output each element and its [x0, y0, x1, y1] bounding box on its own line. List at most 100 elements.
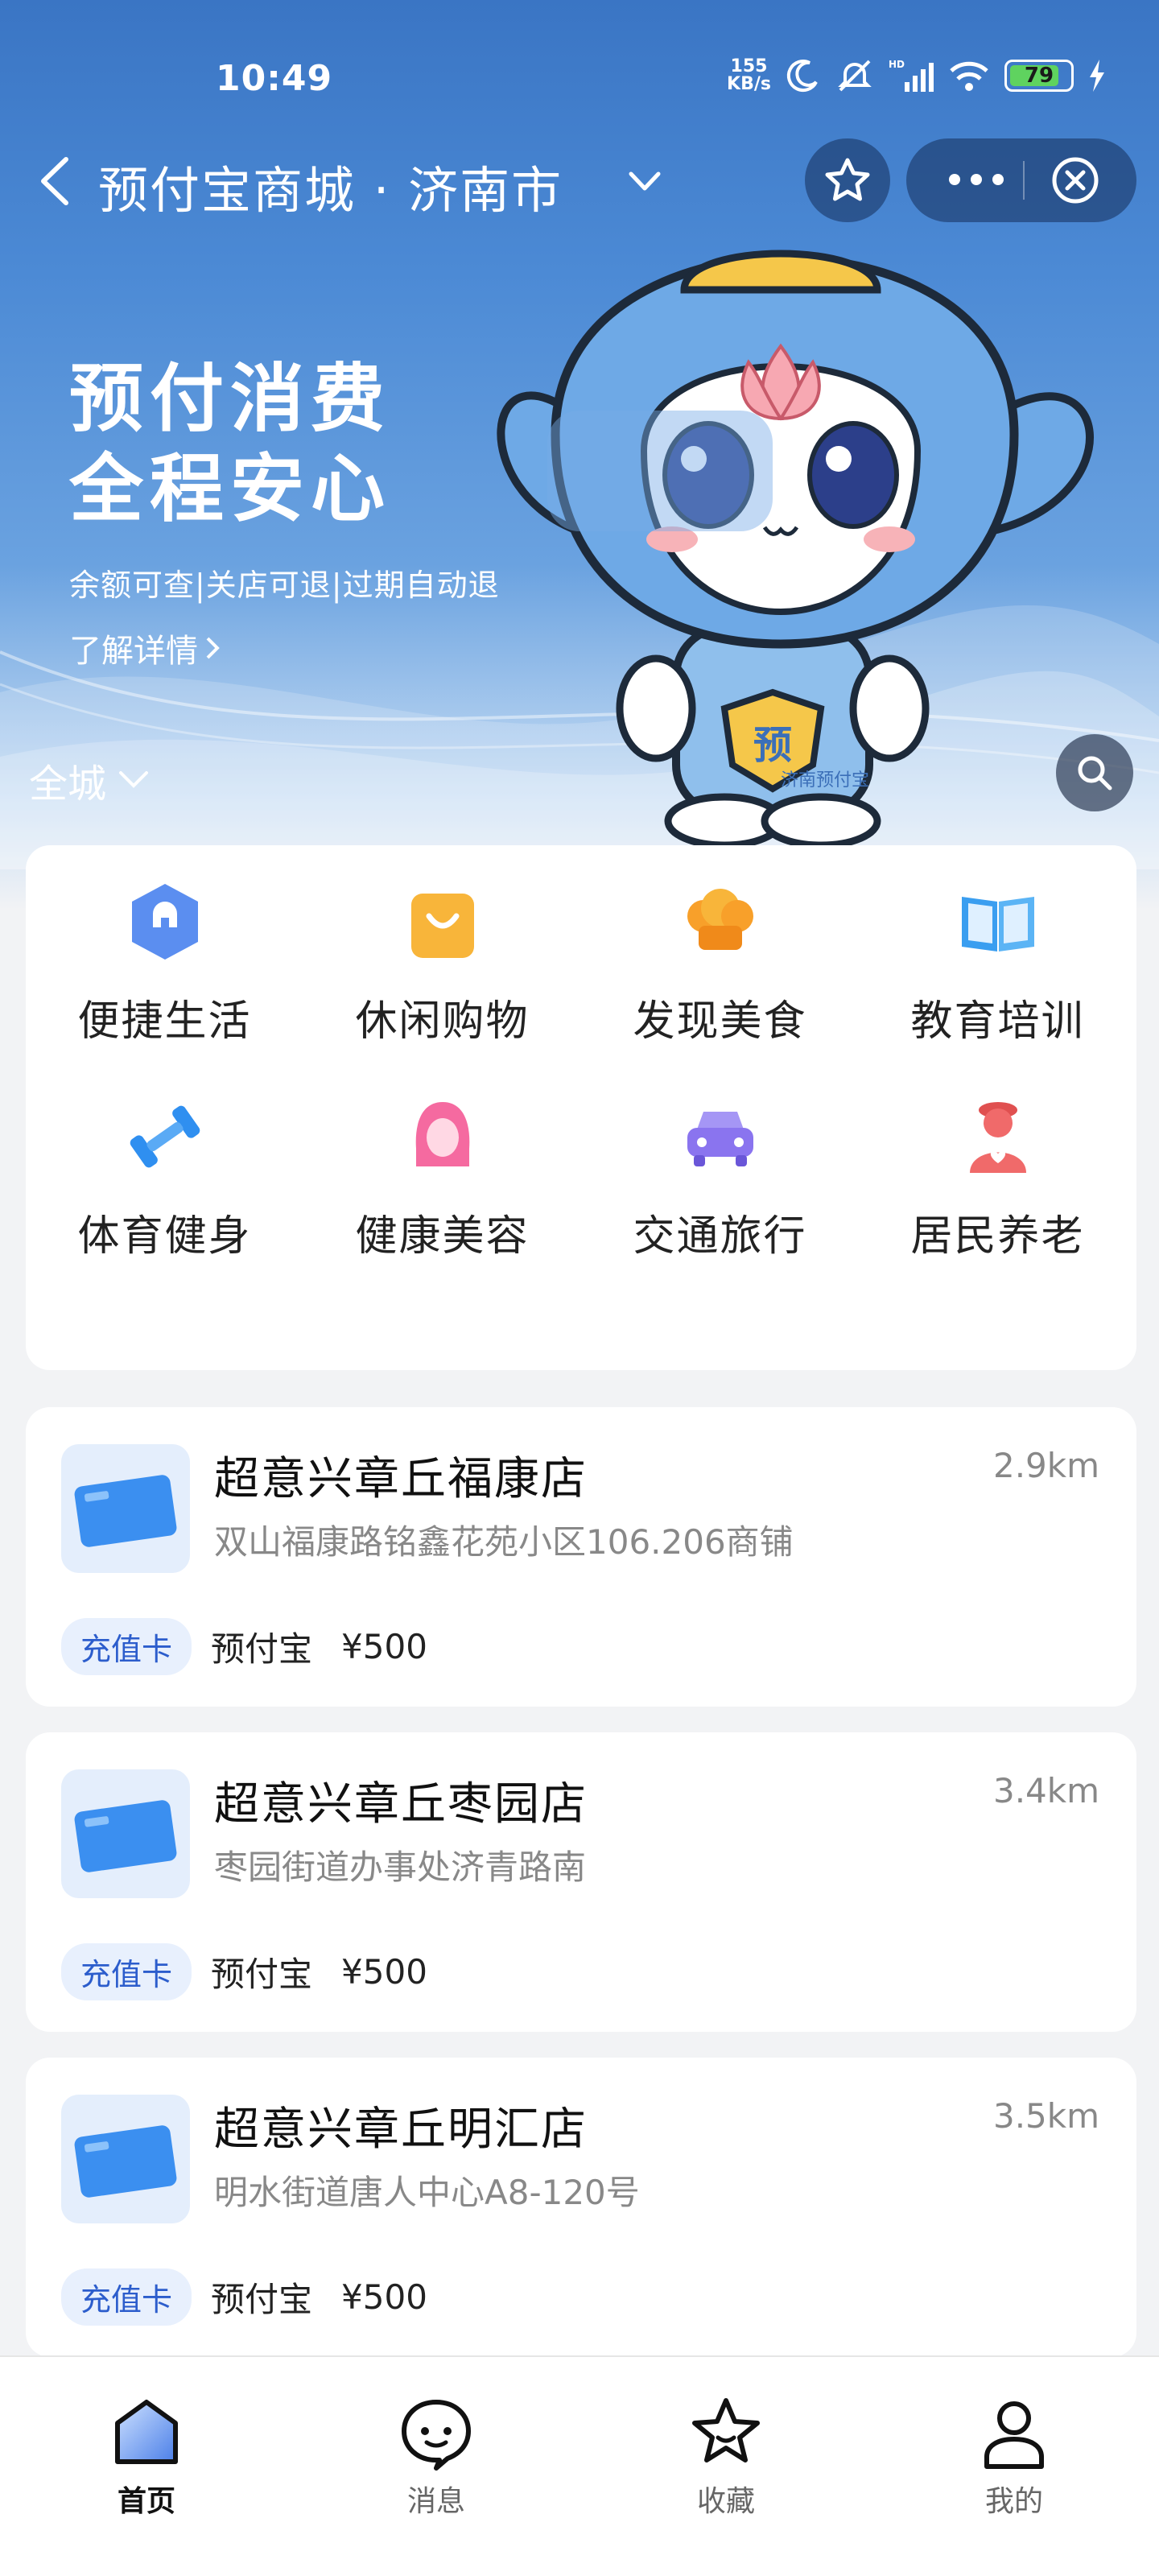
- beauty-woman-icon: [415, 1102, 469, 1166]
- store-name: 超意兴章丘明汇店: [214, 2103, 588, 2156]
- mute-bell-icon: [838, 60, 872, 92]
- category-label: 教育培训: [910, 997, 1085, 1046]
- user-icon: [984, 2401, 1044, 2469]
- capsule-divider: [1023, 161, 1025, 200]
- tab-profile[interactable]: 我的: [934, 2392, 1095, 2520]
- chef-hat-icon: [687, 889, 753, 950]
- star-outline-icon: [825, 158, 870, 201]
- home-icon: [115, 2400, 178, 2464]
- store-address: 明水街道唐人中心A8-120号: [214, 2173, 640, 2212]
- category-label: 健康美容: [355, 1212, 530, 1261]
- star-icon: [692, 2398, 760, 2462]
- category-label: 交通旅行: [633, 1212, 807, 1261]
- category-label: 体育健身: [77, 1212, 252, 1261]
- network-speed: 155 KB/s: [727, 58, 771, 93]
- category-food[interactable]: 发现美食: [581, 877, 859, 1047]
- search-icon: [1078, 756, 1112, 791]
- category-label: 发现美食: [633, 997, 807, 1046]
- store-price: ¥500: [341, 1952, 427, 1992]
- status-time: 10:49: [216, 58, 333, 99]
- category-label: 休闲购物: [355, 997, 530, 1046]
- status-icons: 155 KB/s HD 79: [727, 56, 1106, 95]
- chevron-right-icon: [206, 637, 220, 659]
- store-address: 枣园街道办事处济青路南: [214, 1847, 587, 1887]
- tab-messages[interactable]: 消息: [356, 2392, 517, 2520]
- page-title[interactable]: 预付宝商城 · 济南市: [98, 150, 563, 222]
- card-icon: [74, 1800, 177, 1872]
- search-button[interactable]: [1056, 734, 1133, 811]
- book-icon: [961, 897, 1034, 952]
- more-icon[interactable]: [947, 167, 1006, 192]
- tab-favorites[interactable]: 收藏: [645, 2392, 806, 2520]
- category-education[interactable]: 教育培训: [859, 877, 1136, 1047]
- category-elderly-care[interactable]: 居民养老: [859, 1092, 1136, 1262]
- city-filter-dropdown[interactable]: 全城: [29, 752, 150, 808]
- mascot-badge-char: 预: [753, 723, 792, 768]
- store-card[interactable]: 超意兴章丘明汇店 明水街道唐人中心A8-120号 3.5km 充值卡 预付宝 ¥…: [26, 2058, 1136, 2357]
- store-card[interactable]: 超意兴章丘福康店 双山福康路铭鑫花苑小区106.206商铺 2.9km 充值卡 …: [26, 1407, 1136, 1707]
- store-distance: 2.9km: [992, 1446, 1099, 1485]
- category-label: 便捷生活: [77, 997, 252, 1046]
- nav-bar: 预付宝商城 · 济南市: [0, 137, 1159, 225]
- moon-icon: [786, 60, 818, 93]
- elder-heart-icon: [969, 1102, 1026, 1173]
- wifi-icon: [950, 61, 988, 91]
- favorite-button[interactable]: [805, 138, 890, 222]
- category-label: 居民养老: [910, 1212, 1085, 1261]
- back-arrow-icon[interactable]: [34, 155, 74, 208]
- battery-indicator: 79: [1004, 60, 1074, 92]
- store-thumbnail: [61, 2095, 190, 2223]
- learn-more-link[interactable]: 了解详情: [69, 625, 221, 671]
- status-bar: 10:49 155 KB/s HD 79: [0, 48, 1159, 113]
- message-icon: [402, 2400, 471, 2471]
- city-filter-label: 全城: [29, 762, 107, 807]
- learn-more-label: 了解详情: [69, 633, 198, 670]
- store-issuer: 预付宝: [211, 1629, 313, 1669]
- tab-label: 首页: [117, 2485, 175, 2518]
- chevron-down-icon: [119, 771, 149, 788]
- banner-slogan: 预付消费 全程安心: [69, 354, 391, 535]
- slogan-line-1: 预付消费: [69, 356, 392, 442]
- category-travel[interactable]: 交通旅行: [581, 1092, 859, 1262]
- category-fitness[interactable]: 体育健身: [26, 1092, 303, 1262]
- store-name: 超意兴章丘枣园店: [214, 1778, 588, 1831]
- category-shopping[interactable]: 休闲购物: [303, 877, 581, 1047]
- category-grid: 便捷生活 休闲购物 发现美食 教育培训 体育健身 健康美容 交通旅行 居民养老: [26, 877, 1136, 1262]
- tab-home[interactable]: 首页: [66, 2392, 227, 2520]
- store-thumbnail: [61, 1769, 190, 1898]
- tab-label: 我的: [984, 2485, 1043, 2518]
- network-speed-unit: KB/s: [727, 74, 771, 94]
- charging-icon: [1090, 60, 1104, 92]
- card-icon: [74, 1475, 177, 1547]
- battery-level: 79: [1024, 64, 1054, 88]
- store-card[interactable]: 超意兴章丘枣园店 枣园街道办事处济青路南 3.4km 充值卡 预付宝 ¥500: [26, 1732, 1136, 2032]
- chevron-down-icon[interactable]: [626, 166, 663, 198]
- dumbbell-icon: [130, 1105, 200, 1168]
- svg-text:HD: HD: [889, 59, 905, 70]
- close-icon[interactable]: [1050, 155, 1101, 206]
- mascot-belt-text: 济南预付宝: [781, 770, 869, 791]
- store-issuer: 预付宝: [211, 2280, 313, 2319]
- wrench-hexagon-icon: [131, 884, 198, 960]
- store-tags: 充值卡 预付宝 ¥500: [61, 2268, 427, 2326]
- slogan-line-2: 全程安心: [69, 446, 392, 532]
- store-address: 双山福康路铭鑫花苑小区106.206商铺: [214, 1522, 794, 1562]
- store-tags: 充值卡 预付宝 ¥500: [61, 1618, 427, 1675]
- store-thumbnail: [61, 1444, 190, 1573]
- network-speed-value: 155: [730, 56, 768, 76]
- bottom-tab-bar: 首页 消息 收藏 我的: [0, 2355, 1159, 2576]
- tab-label: 收藏: [696, 2485, 755, 2518]
- category-beauty[interactable]: 健康美容: [303, 1092, 581, 1262]
- mascot-illustration: 预 济南预付宝: [497, 250, 1094, 849]
- category-convenient-life[interactable]: 便捷生活: [26, 877, 303, 1047]
- shopping-bag-icon: [410, 894, 474, 958]
- store-distance: 3.5km: [992, 2096, 1099, 2136]
- signal-icon: HD: [889, 59, 934, 92]
- store-name: 超意兴章丘福康店: [214, 1453, 588, 1505]
- tag-recharge-card: 充值卡: [61, 1943, 192, 2000]
- store-tags: 充值卡 预付宝 ¥500: [61, 1943, 427, 2000]
- tag-recharge-card: 充值卡: [61, 2268, 192, 2326]
- miniapp-capsule: [906, 138, 1136, 222]
- car-icon: [687, 1112, 753, 1166]
- tab-label: 消息: [406, 2485, 465, 2518]
